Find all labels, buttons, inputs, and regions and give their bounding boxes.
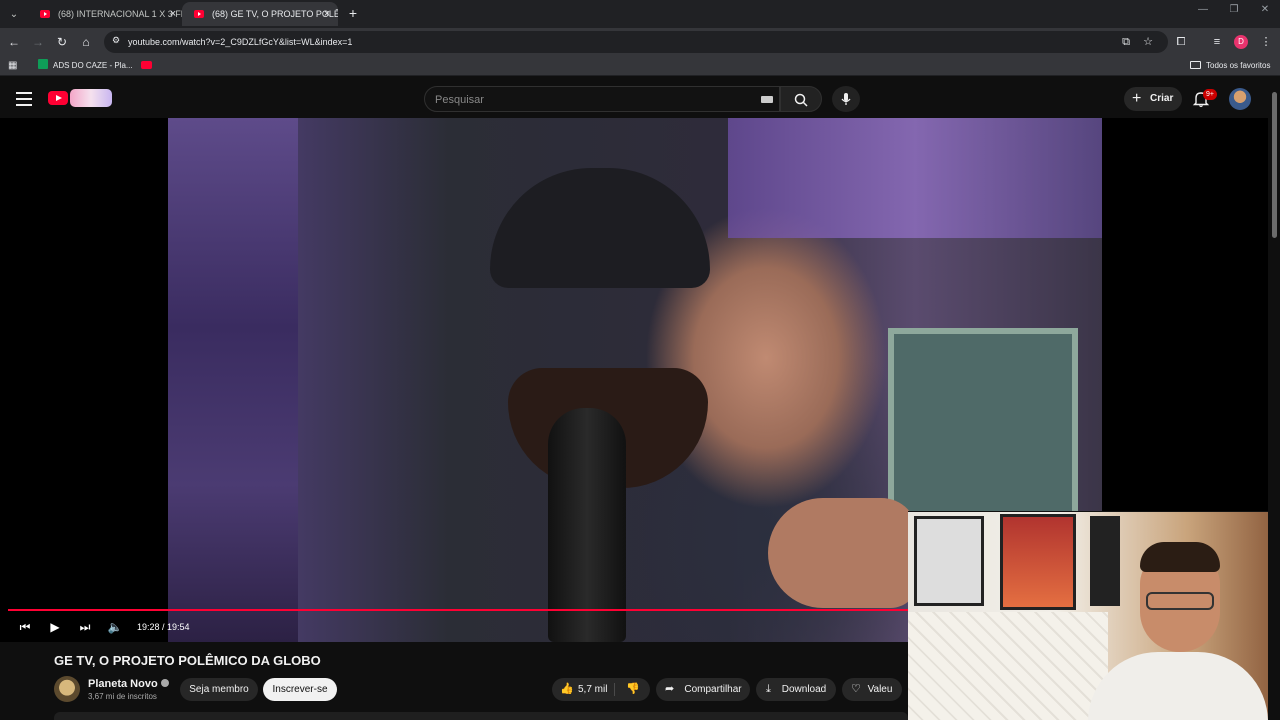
video-person-hand (768, 498, 918, 608)
minimize-window-icon[interactable]: — (1188, 4, 1218, 22)
sheets-icon (38, 59, 48, 69)
youtube-header: +Criar 9+ (0, 80, 1280, 118)
maximize-window-icon[interactable]: ❐ (1219, 4, 1249, 22)
video-background-toys (728, 118, 1102, 238)
youtube-icon (141, 61, 152, 69)
account-avatar[interactable] (1229, 88, 1251, 110)
youtube-logo[interactable] (48, 91, 68, 105)
video-title: GE TV, O PROJETO POLÊMICO DA GLOBO (54, 653, 321, 668)
keyboard-icon[interactable] (761, 96, 773, 103)
search-icon (794, 93, 808, 107)
share-button[interactable]: ➦ Compartilhar (656, 678, 750, 701)
webcam-person-shirt (1088, 652, 1268, 720)
notification-count-badge: 9+ (1203, 89, 1217, 100)
back-arrow-icon[interactable]: ← (5, 33, 23, 51)
youtube-favicon-icon (194, 10, 204, 18)
webcam-person-glasses (1146, 592, 1214, 610)
channel-avatar[interactable] (54, 676, 80, 702)
like-dislike-group: 👍 5,7 mil 👎 (552, 678, 650, 701)
share-icon: ➦ (665, 683, 675, 695)
thumbs-up-icon: 👍 (560, 683, 574, 695)
browser-tab-ge-tv[interactable]: (68) GE TV, O PROJETO POLÊMIC × (182, 2, 338, 26)
subscriber-count: 3,67 mi de inscritos (88, 692, 157, 701)
folder-icon (1190, 61, 1201, 69)
youtube-favicon-icon (40, 10, 50, 18)
media-controls-icon[interactable]: ≡ (1208, 33, 1226, 51)
close-tab-icon[interactable]: × (166, 2, 180, 26)
join-button[interactable]: Seja membro (180, 678, 258, 701)
extensions-puzzle-icon[interactable]: ⧠ (1172, 33, 1190, 51)
create-button[interactable]: + Criar (1124, 87, 1182, 111)
url-text[interactable]: youtube.com/watch?v=2_C9DZLfGcY&list=WL&… (128, 31, 352, 53)
address-bar[interactable]: ⚙ youtube.com/watch?v=2_C9DZLfGcY&list=W… (104, 31, 1168, 53)
super-thanks-icon: ♡ (851, 683, 861, 695)
new-tab-button[interactable]: + (344, 4, 362, 22)
volume-icon[interactable]: 🔈 (106, 619, 124, 635)
close-tab-icon[interactable]: × (320, 2, 334, 26)
video-background-frame (888, 328, 1078, 528)
bookmark-youtube[interactable] (141, 58, 152, 74)
close-window-icon[interactable]: ✕ (1250, 4, 1280, 22)
browser-tabstrip: ⌄ (68) INTERNACIONAL 1 X 3 FLAM × (68) G… (0, 0, 1280, 28)
tab-search-button[interactable]: ⌄ (4, 4, 24, 24)
channel-name[interactable]: Planeta Novo (88, 677, 169, 691)
webcam-jersey-frame (1000, 514, 1076, 610)
download-icon: ⤓ (766, 683, 771, 695)
youtube-doodle-logo[interactable] (70, 89, 112, 107)
apps-grid-icon[interactable]: ▦ (8, 60, 20, 72)
browser-menu-icon[interactable]: ⋮ (1257, 33, 1275, 51)
webcam-overlay (908, 511, 1280, 720)
webcam-person-hair (1140, 542, 1220, 572)
bookmark-star-icon[interactable]: ☆ (1140, 34, 1156, 50)
all-bookmarks-folder[interactable]: Todos os favoritos (1190, 58, 1270, 74)
video-microphone (548, 408, 626, 642)
webcam-poster (1090, 516, 1120, 606)
reload-icon[interactable]: ↻ (53, 33, 71, 51)
hamburger-menu-icon[interactable] (16, 92, 32, 106)
dislike-button[interactable]: 👎 (615, 678, 650, 701)
play-icon[interactable]: ▶ (46, 619, 64, 635)
home-icon[interactable]: ⌂ (77, 33, 95, 51)
search-button[interactable] (780, 86, 822, 112)
description-box-edge (54, 712, 908, 720)
subscribe-button[interactable]: Inscrever-se (263, 678, 337, 701)
webcam-poster (914, 516, 984, 606)
plus-icon: + (1132, 90, 1142, 107)
browser-toolbar: ← → ↻ ⌂ ⚙ youtube.com/watch?v=2_C9DZLfGc… (0, 28, 1280, 56)
bookmarks-bar: ▦ ADS DO CAZE - Pla... Todos os favorito… (0, 56, 1280, 76)
video-person-cap (490, 168, 710, 288)
browser-tab-internacional[interactable]: (68) INTERNACIONAL 1 X 3 FLAM × (28, 2, 184, 26)
thumbs-down-icon: 👎 (626, 683, 640, 695)
thanks-button[interactable]: ♡ Valeu (842, 678, 902, 701)
page-scrollbar-thumb[interactable] (1272, 92, 1277, 238)
verified-badge-icon (160, 679, 169, 687)
video-background-shelf (168, 118, 298, 642)
next-video-icon[interactable]: ⏭ (76, 619, 94, 635)
time-display: 19:28 / 19:54 (137, 622, 190, 632)
like-button[interactable]: 👍 5,7 mil (552, 678, 614, 701)
search-input[interactable] (435, 92, 755, 108)
site-info-icon[interactable]: ⚙ (112, 35, 124, 47)
profile-avatar[interactable]: D (1234, 35, 1248, 49)
previous-video-icon[interactable]: ⏮ (16, 619, 34, 635)
download-button[interactable]: ⤓ Download (756, 678, 836, 701)
search-box[interactable] (424, 86, 780, 112)
bookmark-ads-do-caze[interactable]: ADS DO CAZE - Pla... (38, 58, 133, 74)
forward-arrow-icon[interactable]: → (29, 33, 47, 51)
install-app-icon[interactable]: ⧉ (1118, 34, 1134, 50)
voice-search-button[interactable] (832, 86, 860, 112)
webcam-doodle-wall (908, 612, 1108, 720)
microphone-icon (841, 93, 851, 105)
